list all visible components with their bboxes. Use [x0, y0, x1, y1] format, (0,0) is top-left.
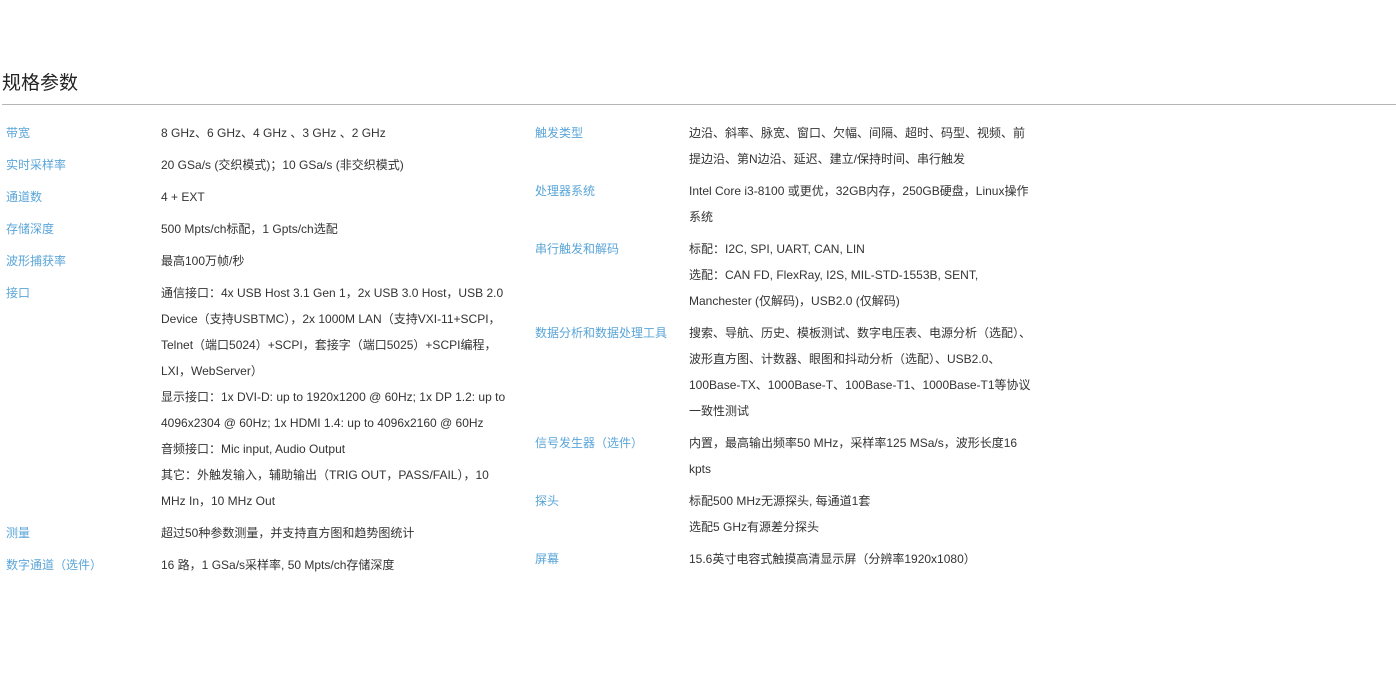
spec-value-line: 20 GSa/s (交织模式)；10 GSa/s (非交织模式): [161, 158, 404, 172]
spec-value: 标配：I2C, SPI, UART, CAN, LIN 选配：CAN FD, Fl…: [689, 236, 1035, 314]
spec-row: 带宽 8 GHz、6 GHz、4 GHz 、3 GHz 、2 GHz: [6, 120, 511, 152]
spec-row: 探头 标配500 MHz无源探头, 每通道1套 选配5 GHz有源差分探头: [535, 488, 1035, 546]
spec-value: 8 GHz、6 GHz、4 GHz 、3 GHz 、2 GHz: [161, 120, 511, 146]
spec-label: 屏幕: [535, 552, 560, 566]
spec-value: 标配500 MHz无源探头, 每通道1套 选配5 GHz有源差分探头: [689, 488, 1035, 540]
spec-label: 实时采样率: [6, 158, 67, 172]
spec-label: 波形捕获率: [6, 254, 67, 268]
spec-row: 处理器系统 Intel Core i3-8100 或更优，32GB内存，250GB…: [535, 178, 1035, 236]
spec-value-line: 通信接口：4x USB Host 3.1 Gen 1，2x USB 3.0 Ho…: [161, 286, 504, 378]
spec-value-line: 16 路，1 GSa/s采样率, 50 Mpts/ch存储深度: [161, 558, 395, 572]
spec-label: 测量: [6, 526, 31, 540]
spec-value-line: 标配：I2C, SPI, UART, CAN, LIN: [689, 242, 865, 256]
spec-label: 触发类型: [535, 126, 584, 140]
spec-value-line: 标配500 MHz无源探头, 每通道1套: [689, 494, 871, 508]
spec-label: 串行触发和解码: [535, 242, 620, 256]
spec-value: 500 Mpts/ch标配，1 Gpts/ch选配: [161, 216, 511, 242]
spec-value: 16 路，1 GSa/s采样率, 50 Mpts/ch存储深度: [161, 552, 511, 578]
spec-value: 4 + EXT: [161, 184, 511, 210]
spec-row: 数据分析和数据处理工具 搜索、导航、历史、模板测试、数字电压表、电源分析（选配）、…: [535, 320, 1035, 430]
spec-value-line: 4 + EXT: [161, 190, 205, 204]
spec-value-line: 音频接口：Mic input, Audio Output: [161, 442, 346, 456]
section-divider: [2, 104, 1396, 105]
spec-row: 存储深度 500 Mpts/ch标配，1 Gpts/ch选配: [6, 216, 511, 248]
spec-value-line: 选配：CAN FD, FlexRay, I2S, MIL-STD-1553B, …: [689, 268, 979, 308]
spec-value-line: 选配5 GHz有源差分探头: [689, 520, 820, 534]
spec-value: 边沿、斜率、脉宽、窗口、欠幅、间隔、超时、码型、视频、前提边沿、第N边沿、延迟、…: [689, 120, 1035, 172]
spec-value-line: 8 GHz、6 GHz、4 GHz 、3 GHz 、2 GHz: [161, 126, 386, 140]
spec-label: 接口: [6, 286, 31, 300]
spec-value-line: 内置，最高输出频率50 MHz，采样率125 MSa/s，波形长度16 kpts: [689, 436, 1018, 476]
spec-row: 信号发生器（选件） 内置，最高输出频率50 MHz，采样率125 MSa/s，波形…: [535, 430, 1035, 488]
spec-value-line: 超过50种参数测量，并支持直方图和趋势图统计: [161, 526, 415, 540]
spec-label: 带宽: [6, 126, 31, 140]
spec-value-line: 边沿、斜率、脉宽、窗口、欠幅、间隔、超时、码型、视频、前提边沿、第N边沿、延迟、…: [689, 126, 1026, 166]
section-title: 规格参数: [2, 73, 79, 94]
spec-row: 数字通道（选件） 16 路，1 GSa/s采样率, 50 Mpts/ch存储深度: [6, 552, 511, 584]
spec-value: 通信接口：4x USB Host 3.1 Gen 1，2x USB 3.0 Ho…: [161, 280, 511, 514]
spec-value-line: 最高100万帧/秒: [161, 254, 245, 268]
spec-value: 20 GSa/s (交织模式)；10 GSa/s (非交织模式): [161, 152, 511, 178]
spec-row: 屏幕 15.6英寸电容式触摸高清显示屏（分辨率1920x1080）: [535, 546, 1035, 578]
spec-row: 通道数 4 + EXT: [6, 184, 511, 216]
spec-value-line: 15.6英寸电容式触摸高清显示屏（分辨率1920x1080）: [689, 552, 976, 566]
spec-value-line: Intel Core i3-8100 或更优，32GB内存，250GB硬盘，Li…: [689, 184, 1029, 224]
spec-row: 实时采样率 20 GSa/s (交织模式)；10 GSa/s (非交织模式): [6, 152, 511, 184]
spec-row: 接口 通信接口：4x USB Host 3.1 Gen 1，2x USB 3.0 …: [6, 280, 511, 520]
spec-value: 超过50种参数测量，并支持直方图和趋势图统计: [161, 520, 511, 546]
spec-value-line: 其它：外触发输入，辅助输出（TRIG OUT，PASS/FAIL），10 MHz…: [161, 468, 489, 508]
spec-label: 信号发生器（选件）: [535, 436, 644, 450]
spec-value-line: 搜索、导航、历史、模板测试、数字电压表、电源分析（选配）、波形直方图、计数器、眼…: [689, 326, 1032, 418]
spec-column-left: 带宽 8 GHz、6 GHz、4 GHz 、3 GHz 、2 GHz 实时采样率 20…: [6, 120, 511, 584]
spec-value: 15.6英寸电容式触摸高清显示屏（分辨率1920x1080）: [689, 546, 1035, 572]
spec-row: 测量 超过50种参数测量，并支持直方图和趋势图统计: [6, 520, 511, 552]
spec-label: 数字通道（选件）: [6, 558, 103, 572]
spec-value: 搜索、导航、历史、模板测试、数字电压表、电源分析（选配）、波形直方图、计数器、眼…: [689, 320, 1035, 424]
spec-label: 处理器系统: [535, 184, 596, 198]
spec-value-line: 显示接口：1x DVI-D: up to 1920x1200 @ 60Hz; 1…: [161, 390, 506, 430]
spec-value-line: 500 Mpts/ch标配，1 Gpts/ch选配: [161, 222, 338, 236]
spec-label: 存储深度: [6, 222, 55, 236]
spec-column-right: 触发类型 边沿、斜率、脉宽、窗口、欠幅、间隔、超时、码型、视频、前提边沿、第N边沿…: [535, 120, 1035, 578]
spec-value: 内置，最高输出频率50 MHz，采样率125 MSa/s，波形长度16 kpts: [689, 430, 1035, 482]
spec-row: 触发类型 边沿、斜率、脉宽、窗口、欠幅、间隔、超时、码型、视频、前提边沿、第N边沿…: [535, 120, 1035, 178]
spec-label: 探头: [535, 494, 560, 508]
spec-value: 最高100万帧/秒: [161, 248, 511, 274]
spec-value: Intel Core i3-8100 或更优，32GB内存，250GB硬盘，Li…: [689, 178, 1035, 230]
spec-label: 通道数: [6, 190, 43, 204]
spec-row: 波形捕获率 最高100万帧/秒: [6, 248, 511, 280]
spec-row: 串行触发和解码 标配：I2C, SPI, UART, CAN, LIN 选配：CAN…: [535, 236, 1035, 320]
spec-label: 数据分析和数据处理工具: [535, 326, 668, 340]
